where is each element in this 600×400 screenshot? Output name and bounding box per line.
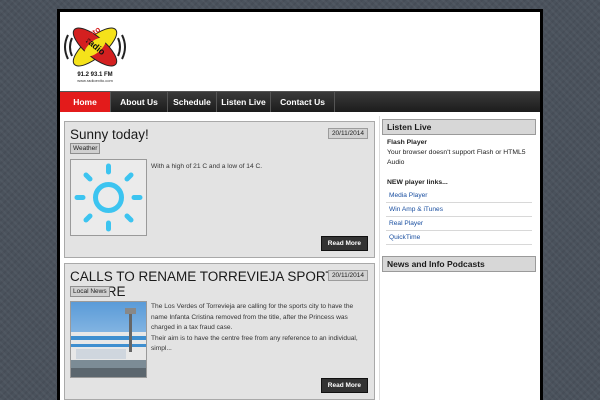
post-date-badge: 20/11/2014 [327, 270, 368, 281]
player-links-list: Media Player Win Amp & iTunes Real Playe… [382, 189, 540, 245]
page-inner: radio exito 91.2 93.1 FM www.radioexito.… [60, 12, 540, 400]
nav-item-schedule[interactable]: Schedule [168, 92, 217, 112]
read-more-button[interactable]: Read More [320, 236, 368, 251]
player-link-media-player[interactable]: Media Player [386, 189, 532, 203]
page-frame: radio exito 91.2 93.1 FM www.radioexito.… [57, 9, 543, 400]
player-links-title: NEW player links... [387, 179, 448, 186]
read-more-button[interactable]: Read More [320, 378, 368, 393]
main-nav: Home About Us Schedule Listen Live Conta… [60, 91, 540, 112]
player-title: Flash Player [387, 139, 428, 146]
player-link-winamp-itunes[interactable]: Win Amp & iTunes [386, 203, 532, 217]
post-excerpt: The Los Verdes of Torrevieja are calling… [151, 303, 354, 331]
sports-centre-photo[interactable] [70, 301, 147, 378]
post-date-badge: 20/11/2014 [327, 128, 368, 139]
player-link-real-player[interactable]: Real Player [386, 217, 532, 231]
svg-text:www.radioexito.com: www.radioexito.com [77, 78, 113, 83]
post-excerpt-block: The Los Verdes of Torrevieja are calling… [151, 302, 366, 355]
flash-player-block: Flash Player Your browser doesn't suppor… [382, 135, 540, 191]
site-logo[interactable]: radio exito 91.2 93.1 FM www.radioexito.… [62, 15, 128, 83]
post-category[interactable]: Weather [70, 143, 101, 154]
post-category[interactable]: Local News [70, 286, 110, 297]
column-divider [379, 116, 380, 400]
post-excerpt: With a high of 21 C and a low of 14 C. [151, 163, 263, 170]
podcasts-heading: News and Info Podcasts [382, 256, 536, 272]
nav-item-listen-live[interactable]: Listen Live [217, 92, 271, 112]
nav-item-home[interactable]: Home [60, 92, 111, 112]
nav-item-about-us[interactable]: About Us [111, 92, 168, 112]
nav-item-contact-us[interactable]: Contact Us [271, 92, 335, 112]
post-card: CALLS TO RENAME TORREVIEJA SPORTS CENTRE… [64, 263, 375, 400]
player-link-quicktime[interactable]: QuickTime [386, 231, 532, 245]
player-message: Your browser doesn't support Flash or HT… [387, 149, 526, 166]
site-header: radio exito 91.2 93.1 FM www.radioexito.… [60, 12, 540, 89]
sidebar: Listen Live Flash Player Your browser do… [382, 119, 540, 272]
sun-icon[interactable] [70, 159, 147, 236]
listen-live-heading: Listen Live [382, 119, 536, 135]
post-card: Sunny today! 20/11/2014 Weather With a h… [64, 121, 375, 258]
post-excerpt-continued: Their aim is to have the centre free fro… [151, 334, 358, 353]
post-title[interactable]: Sunny today! [70, 127, 149, 142]
